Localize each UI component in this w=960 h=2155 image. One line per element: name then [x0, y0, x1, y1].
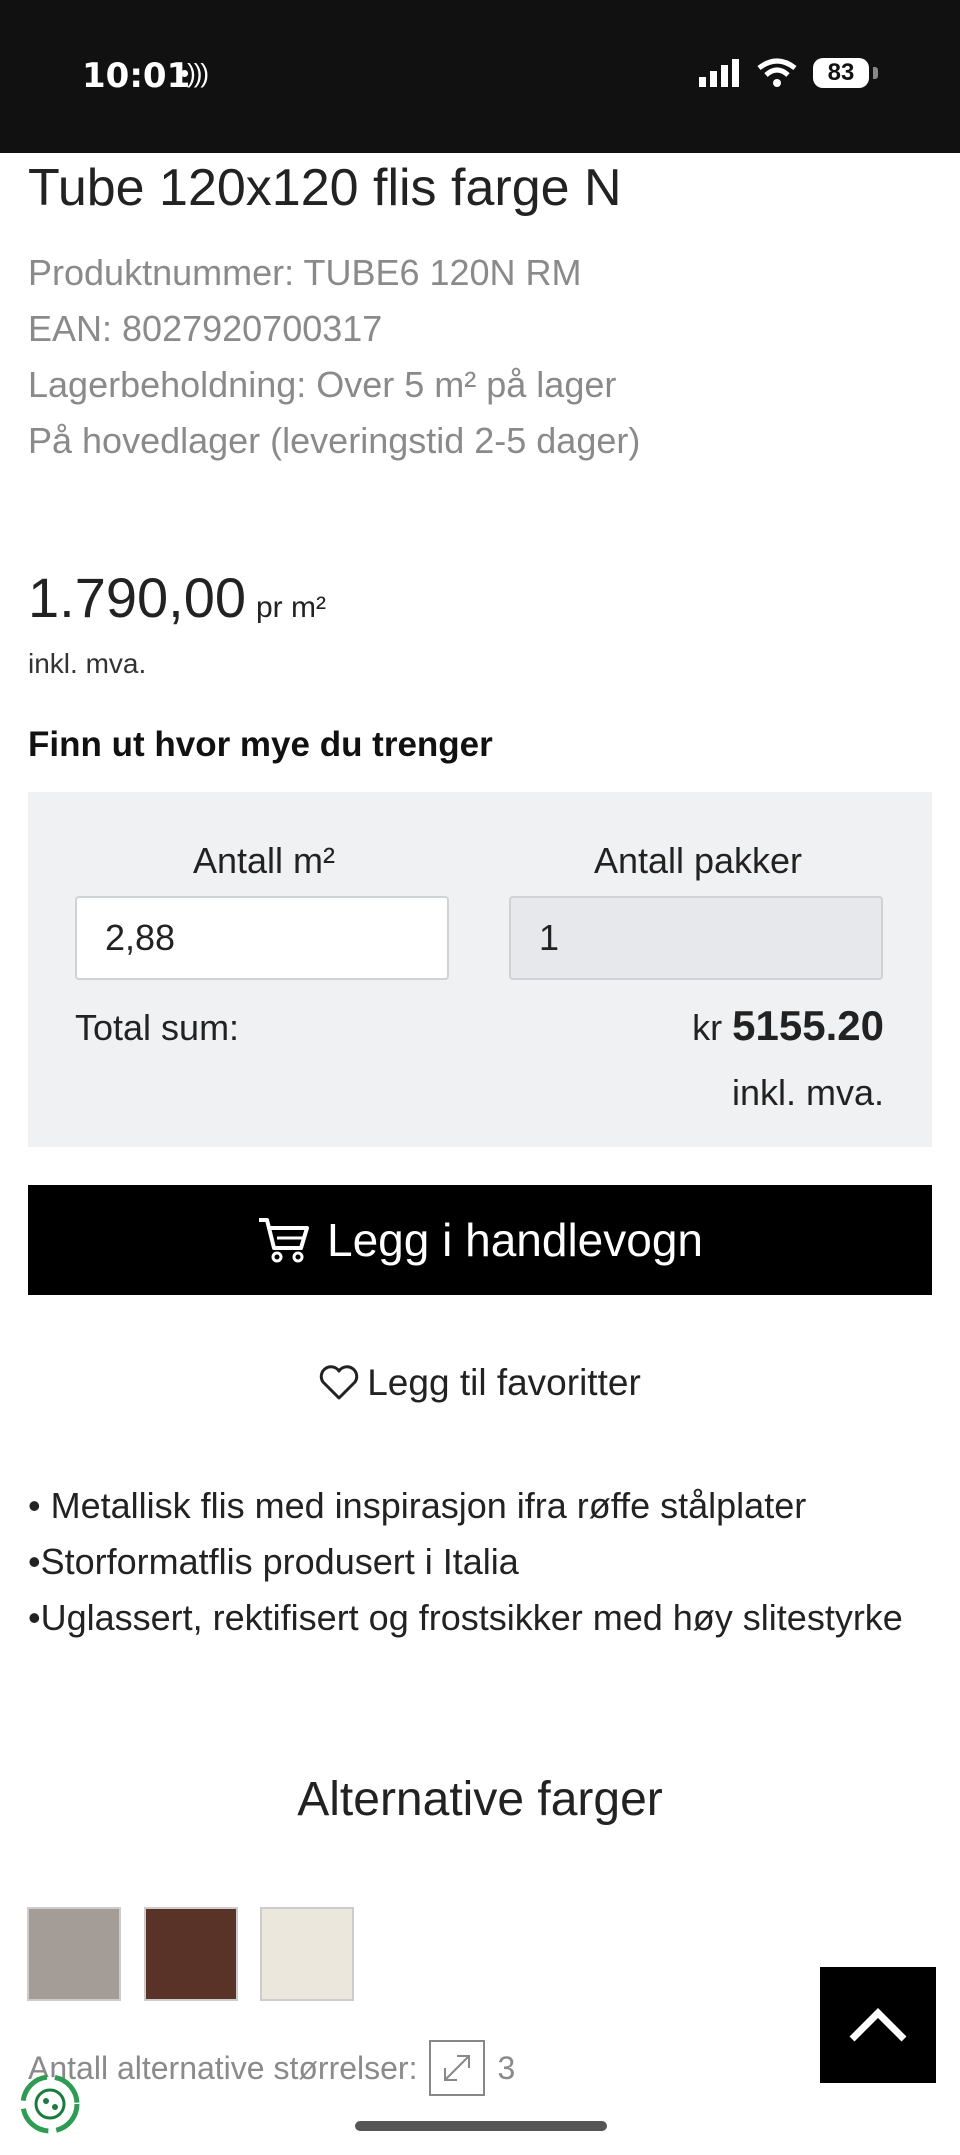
home-indicator	[355, 2121, 607, 2131]
battery-level: 83	[813, 58, 869, 88]
total-value: kr 5155.20	[692, 1002, 884, 1050]
quantity-calculator: Antall m² Antall pakker Total sum: kr 51…	[28, 792, 932, 1147]
alternative-sizes-label: Antall alternative størrelser:	[28, 2049, 418, 2086]
heart-icon	[320, 1365, 359, 1400]
description-line: •Storformatflis produsert i Italia	[28, 1541, 519, 1582]
status-bar: 10:01 •))) 83	[0, 0, 960, 153]
alternative-sizes-count: 3	[497, 2049, 516, 2086]
cart-icon	[259, 1218, 309, 1263]
chevron-up-icon	[849, 2008, 907, 2042]
product-number: Produktnummer: TUBE6 120N RM	[28, 252, 582, 293]
color-swatch-rust[interactable]	[144, 1907, 238, 2001]
add-to-cart-button[interactable]: Legg i handlevogn	[28, 1185, 932, 1295]
description-line: •Uglassert, rektifisert og frostsikker m…	[28, 1597, 903, 1638]
signal-icon	[699, 59, 739, 87]
price: 1.790,00	[28, 566, 246, 629]
expand-icon[interactable]	[429, 2040, 486, 2096]
product-description: • Metallisk flis med inspirasjon ifra rø…	[28, 1478, 928, 1646]
scroll-to-top-button[interactable]	[820, 1967, 936, 2083]
total-amount: 5155.20	[732, 1002, 884, 1049]
currency: kr	[692, 1007, 723, 1048]
total-vat-note: inkl. mva.	[731, 1072, 884, 1113]
color-swatch-grey[interactable]	[27, 1907, 121, 2001]
add-to-favorites-link[interactable]: Legg til favoritter	[0, 1362, 960, 1404]
product-meta: Produktnummer: TUBE6 120N RM EAN: 802792…	[28, 245, 640, 469]
wifi-icon	[757, 58, 797, 87]
packs-label: Antall pakker	[593, 840, 803, 881]
product-title: Tube 120x120 flis farge N	[28, 159, 622, 217]
sound-recognition-icon: •)))	[180, 58, 209, 88]
area-label: Antall m²	[192, 840, 336, 881]
total-label: Total sum:	[75, 1007, 240, 1048]
area-input[interactable]	[75, 896, 449, 980]
recycle-badge-icon[interactable]	[18, 2072, 82, 2136]
vat-note: inkl. mva.	[28, 648, 147, 679]
packs-input[interactable]	[509, 896, 883, 980]
color-swatch-white[interactable]	[260, 1907, 354, 2001]
price-unit: pr m²	[255, 591, 326, 624]
product-ean: EAN: 8027920700317	[28, 308, 383, 349]
status-time: 10:01	[82, 56, 191, 96]
alternative-sizes: Antall alternative størrelser: 3	[28, 2040, 515, 2096]
status-icons: 83	[699, 58, 878, 88]
stock-level: Lagerbeholdning: Over 5 m² på lager	[28, 364, 617, 405]
add-to-favorites-label: Legg til favoritter	[367, 1362, 641, 1403]
description-line: • Metallisk flis med inspirasjon ifra rø…	[28, 1485, 807, 1526]
calculator-heading: Finn ut hvor mye du trenger	[28, 725, 493, 764]
delivery-info: På hovedlager (leveringstid 2-5 dager)	[28, 420, 641, 461]
battery-tip	[873, 67, 878, 79]
add-to-cart-label: Legg i handlevogn	[327, 1214, 703, 1266]
alternative-colors-title: Alternative farger	[297, 1773, 663, 1826]
price-row: 1.790,00 pr m²	[28, 565, 326, 630]
